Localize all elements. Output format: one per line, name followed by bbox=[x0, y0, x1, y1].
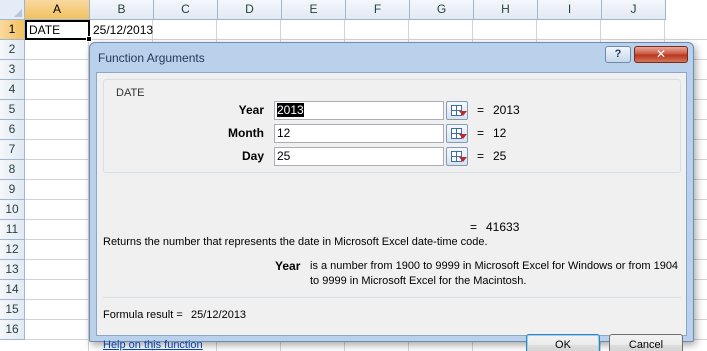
year-collapse-icon[interactable] bbox=[446, 101, 468, 120]
row-header-2[interactable]: 2 bbox=[0, 40, 25, 60]
month-label: Month bbox=[228, 126, 264, 140]
row-header-7[interactable]: 7 bbox=[0, 140, 25, 160]
ok-button[interactable]: OK bbox=[526, 334, 600, 351]
column-header-g[interactable]: G bbox=[410, 0, 474, 20]
row-header-5[interactable]: 5 bbox=[0, 100, 25, 120]
column-header-b[interactable]: B bbox=[90, 0, 154, 20]
day-collapse-icon[interactable] bbox=[446, 147, 468, 166]
column-header-i[interactable]: I bbox=[538, 0, 602, 20]
column-header-d[interactable]: D bbox=[218, 0, 282, 20]
year-equals: = bbox=[477, 103, 485, 117]
column-header-f[interactable]: F bbox=[346, 0, 410, 20]
year-input-text: 2013 bbox=[277, 103, 304, 117]
column-header-e[interactable]: E bbox=[282, 0, 346, 20]
formula-result-value: 25/12/2013 bbox=[191, 309, 247, 321]
row-header-16[interactable]: 16 bbox=[0, 320, 25, 340]
arguments-group: DATE Year 2013 = 2013 Month 12 = 12 Day … bbox=[103, 79, 681, 173]
close-button[interactable]: ✕ bbox=[634, 46, 688, 63]
row-header-8[interactable]: 8 bbox=[0, 160, 25, 180]
row-header-13[interactable]: 13 bbox=[0, 260, 25, 280]
column-header-j[interactable]: J bbox=[602, 0, 666, 20]
row-header-3[interactable]: 3 bbox=[0, 60, 25, 80]
month-equals: = bbox=[477, 126, 485, 140]
argument-help-name: Year bbox=[275, 259, 301, 273]
cell-b1[interactable]: 25/12/2013 bbox=[90, 20, 154, 40]
row-header-6[interactable]: 6 bbox=[0, 120, 25, 140]
function-result-value: 41633 bbox=[486, 220, 520, 234]
month-input[interactable]: 12 bbox=[274, 124, 444, 143]
day-label: Day bbox=[241, 149, 264, 163]
dialog-title: Function Arguments bbox=[98, 51, 205, 65]
argument-help-text: is a number from 1900 to 9999 in Microso… bbox=[310, 260, 679, 287]
column-header-c[interactable]: C bbox=[154, 0, 218, 20]
day-equals: = bbox=[477, 149, 485, 163]
dialog-titlebar[interactable]: Function Arguments ? ✕ bbox=[90, 43, 693, 73]
row-header-4[interactable]: 4 bbox=[0, 80, 25, 100]
month-value: 12 bbox=[493, 126, 507, 140]
row-headers: 1 2 3 4 5 6 7 8 9 10 11 12 13 14 15 16 bbox=[0, 20, 25, 340]
row-header-10[interactable]: 10 bbox=[0, 200, 25, 220]
formula-result-label: Formula result = bbox=[103, 309, 183, 321]
function-description: Returns the number that represents the d… bbox=[103, 236, 488, 248]
dialog-body: DATE Year 2013 = 2013 Month 12 = 12 Day … bbox=[96, 72, 687, 351]
result-equals: = bbox=[470, 220, 478, 234]
cell-a1-value: DATE bbox=[29, 23, 61, 37]
year-label: Year bbox=[238, 103, 264, 117]
cell-a1[interactable]: DATE bbox=[25, 20, 92, 42]
divider bbox=[103, 297, 681, 298]
help-on-function-link[interactable]: Help on this function bbox=[103, 339, 203, 351]
function-arguments-dialog: Function Arguments ? ✕ DATE Year 2013 = … bbox=[89, 42, 694, 351]
month-collapse-icon[interactable] bbox=[446, 124, 468, 143]
row-header-12[interactable]: 12 bbox=[0, 240, 25, 260]
column-header-h[interactable]: H bbox=[474, 0, 538, 20]
day-input[interactable]: 25 bbox=[274, 147, 444, 166]
row-header-9[interactable]: 9 bbox=[0, 180, 25, 200]
cancel-button[interactable]: Cancel bbox=[609, 334, 683, 351]
year-value: 2013 bbox=[493, 103, 520, 117]
row-header-15[interactable]: 15 bbox=[0, 300, 25, 320]
help-button[interactable]: ? bbox=[605, 46, 631, 63]
select-all-corner[interactable] bbox=[0, 0, 25, 20]
day-value: 25 bbox=[493, 149, 507, 163]
column-header-a[interactable]: A bbox=[25, 0, 90, 20]
column-headers: A B C D E F G H I J bbox=[25, 0, 666, 20]
row-header-1[interactable]: 1 bbox=[0, 20, 25, 40]
year-input[interactable]: 2013 bbox=[274, 101, 444, 120]
function-name-label: DATE bbox=[114, 87, 147, 99]
row-header-14[interactable]: 14 bbox=[0, 280, 25, 300]
row-header-11[interactable]: 11 bbox=[0, 220, 25, 240]
